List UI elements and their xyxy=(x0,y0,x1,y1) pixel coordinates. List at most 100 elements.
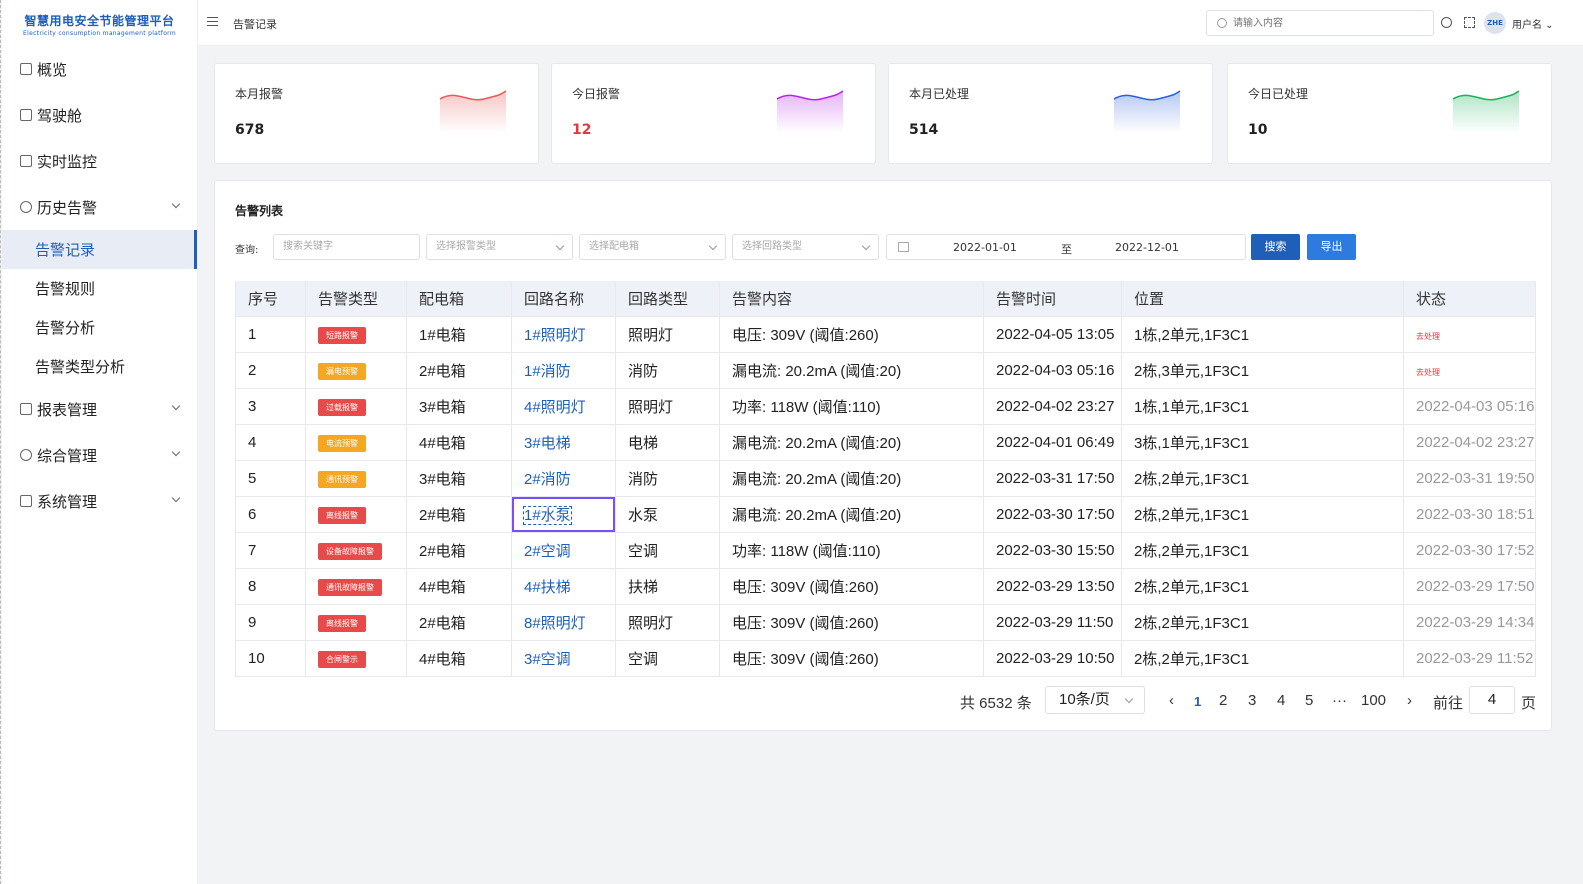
alarm-type-badge: 离线报警 xyxy=(318,506,366,524)
cell-location: 3栋,1单元,1F3C1 xyxy=(1121,423,1404,460)
circuit-link[interactable]: 1#照明灯 xyxy=(524,327,586,344)
circuit-link[interactable]: 4#扶梯 xyxy=(524,579,571,596)
cell-type: 过载报警 xyxy=(305,387,407,424)
page-size-select[interactable]: 10条/页 xyxy=(1045,686,1145,714)
message-icon[interactable] xyxy=(1441,17,1452,28)
cell-time: 2022-03-31 17:50 xyxy=(983,459,1122,496)
cell-no: 8 xyxy=(235,567,306,604)
cell-status: 2022-03-29 14:34 xyxy=(1403,603,1536,640)
sidebar-item-0[interactable]: 概览 xyxy=(2,46,197,92)
table-row: 1 短路报警 1#电箱 1#照明灯 照明灯 电压: 309V (阈值:260) 2022-0… xyxy=(235,315,1536,352)
sidebar-subitem-3[interactable]: 告警类型分析 xyxy=(2,347,197,386)
handle-link[interactable]: 去处理 xyxy=(1416,332,1440,341)
cell-status: 2022-03-31 19:50 xyxy=(1403,459,1536,496)
stat-label: 本月已处理 xyxy=(909,87,970,101)
sidebar-subitem-1[interactable]: 告警规则 xyxy=(2,269,197,308)
circuit-link[interactable]: 2#消防 xyxy=(524,471,571,488)
box-select[interactable]: 选择配电箱 xyxy=(579,234,726,260)
cell-no: 10 xyxy=(235,639,306,677)
sidebar-item-5[interactable]: 综合管理 xyxy=(2,432,197,478)
sidebar-item-3[interactable]: 历史告警 xyxy=(2,184,197,230)
cell-location: 2栋,3单元,1F3C1 xyxy=(1121,351,1404,388)
page-ellipsis[interactable]: ··· xyxy=(1332,692,1347,709)
table-row: 2 漏电预警 2#电箱 1#消防 消防 漏电流: 20.2mA (阈值:20) 2022-0… xyxy=(235,351,1536,388)
fullscreen-icon[interactable] xyxy=(1464,17,1475,28)
cell-circuit-type: 电梯 xyxy=(615,423,720,460)
cell-type: 设备故障报警 xyxy=(305,531,407,568)
column-header: 位置 xyxy=(1121,281,1404,316)
page-2[interactable]: 2 xyxy=(1219,692,1227,709)
circuit-link[interactable]: 8#照明灯 xyxy=(524,615,586,632)
avatar[interactable]: ZHE xyxy=(1484,12,1506,34)
prev-page-button[interactable]: ‹ xyxy=(1169,692,1174,709)
circuit-link[interactable]: 1#水泵 xyxy=(523,505,572,525)
circuit-link[interactable]: 1#消防 xyxy=(524,363,571,380)
search-input[interactable] xyxy=(1233,15,1423,31)
chevron-down-icon xyxy=(171,447,181,457)
goto-page-input[interactable]: 4 xyxy=(1469,686,1515,714)
circuit-type-select[interactable]: 选择回路类型 xyxy=(732,234,879,260)
page-100[interactable]: 100 xyxy=(1361,692,1386,709)
stat-label: 今日已处理 xyxy=(1248,87,1309,101)
circuit-link[interactable]: 4#照明灯 xyxy=(524,399,586,416)
header-search[interactable] xyxy=(1206,10,1434,36)
page-5[interactable]: 5 xyxy=(1305,692,1313,709)
stat-value: 678 xyxy=(235,122,265,138)
cell-circuit: 2#消防 xyxy=(511,459,616,496)
circuit-link[interactable]: 3#空调 xyxy=(524,651,571,668)
alarm-type-badge: 短路报警 xyxy=(318,326,366,344)
cell-no: 5 xyxy=(235,459,306,496)
sidebar-item-1[interactable]: 驾驶舱 xyxy=(2,92,197,138)
date-range-picker[interactable]: 2022-01-01 至 2022-12-01 xyxy=(886,234,1246,260)
total-count: 共 6532 条 xyxy=(960,695,1032,712)
circuit-link[interactable]: 3#电梯 xyxy=(524,435,571,452)
page-4[interactable]: 4 xyxy=(1277,692,1285,709)
export-button[interactable]: 导出 xyxy=(1307,234,1356,260)
goto-label: 前往 xyxy=(1433,695,1464,712)
date-from[interactable]: 2022-01-01 xyxy=(953,241,1017,254)
sidebar: 智慧用电安全节能管理平台 Electricity consumption man… xyxy=(2,0,198,884)
alarm-type-select[interactable]: 选择报警类型 xyxy=(426,234,573,260)
cell-type: 合闸警示 xyxy=(305,639,407,677)
top-header: 告警记录 ZHE 用户名 ⌄ xyxy=(198,0,1583,46)
cell-location: 2栋,2单元,1F3C1 xyxy=(1121,567,1404,604)
cell-no: 6 xyxy=(235,495,306,532)
cell-circuit-type: 照明灯 xyxy=(615,603,720,640)
handle-link[interactable]: 去处理 xyxy=(1416,368,1440,377)
keyword-input[interactable]: 搜索关键字 xyxy=(273,234,420,260)
cell-location: 1栋,2单元,1F3C1 xyxy=(1121,315,1404,352)
cell-type: 离线报警 xyxy=(305,603,407,640)
sidebar-subitem-0[interactable]: 告警记录 xyxy=(2,230,197,269)
sidebar-subitem-2[interactable]: 告警分析 xyxy=(2,308,197,347)
cell-content: 电压: 309V (阈值:260) xyxy=(719,315,984,352)
sidebar-item-2[interactable]: 实时监控 xyxy=(2,138,197,184)
panel-title: 告警列表 xyxy=(235,204,284,218)
next-page-button[interactable]: › xyxy=(1407,692,1412,709)
chevron-down-icon xyxy=(171,493,181,503)
cell-content: 电压: 309V (阈值:260) xyxy=(719,603,984,640)
table-row: 5 通讯预警 3#电箱 2#消防 消防 漏电流: 20.2mA (阈值:20) 2022-0… xyxy=(235,459,1536,496)
page-3[interactable]: 3 xyxy=(1248,692,1256,709)
date-to[interactable]: 2022-12-01 xyxy=(1115,241,1179,254)
report-icon xyxy=(20,403,32,415)
cell-no: 1 xyxy=(235,315,306,352)
chevron-down-icon xyxy=(555,241,565,251)
cell-content: 电压: 309V (阈值:260) xyxy=(719,567,984,604)
app-logo: 智慧用电安全节能管理平台 Electricity consumption man… xyxy=(2,0,197,46)
sparkline-icon xyxy=(776,90,844,133)
sidebar-item-6[interactable]: 系统管理 xyxy=(2,478,197,524)
sidebar-item-4[interactable]: 报表管理 xyxy=(2,386,197,432)
sidebar-item-label: 系统管理 xyxy=(37,492,98,511)
chevron-down-icon xyxy=(861,241,871,251)
cell-circuit: 1#照明灯 xyxy=(511,315,616,352)
cell-no: 7 xyxy=(235,531,306,568)
cell-type: 通讯故障报警 xyxy=(305,567,407,604)
page-1[interactable]: 1 xyxy=(1194,694,1201,709)
circuit-link[interactable]: 2#空调 xyxy=(524,543,571,560)
cell-circuit: 3#电梯 xyxy=(511,423,616,460)
menu-toggle-icon[interactable] xyxy=(207,17,218,26)
user-menu[interactable]: 用户名 ⌄ xyxy=(1512,16,1554,31)
search-button[interactable]: 搜索 xyxy=(1251,234,1300,260)
cell-circuit-type: 消防 xyxy=(615,351,720,388)
sparkline-icon xyxy=(1113,90,1181,133)
